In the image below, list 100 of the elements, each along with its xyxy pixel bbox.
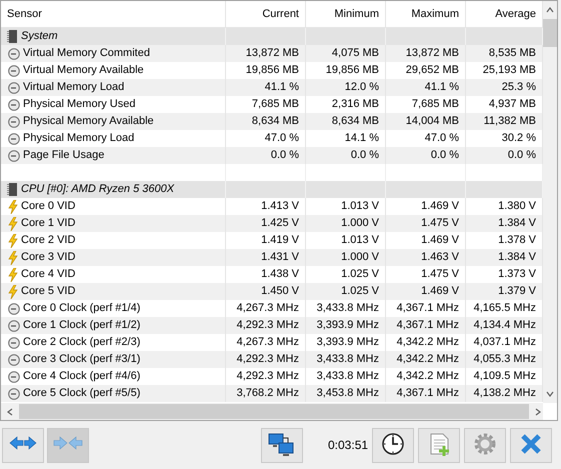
sensor-label[interactable]: Core 0 Clock (perf #1/4): [23, 300, 140, 317]
table-cell-text: 1.413 V: [261, 199, 299, 214]
sensor-label[interactable]: Core 2 Clock (perf #2/3): [23, 334, 140, 351]
lightning-icon: [8, 284, 18, 298]
table-cell-text: 4,138.2 MHz: [474, 386, 536, 402]
sensor-label[interactable]: Core 2 VID: [21, 232, 76, 249]
scroll-left-icon[interactable]: [7, 408, 13, 416]
table-cell-text: 0.0 %: [430, 148, 459, 164]
gauge-icon: [8, 370, 20, 382]
table-cell-text: 11,382 MB: [484, 114, 536, 130]
sensor-label[interactable]: Core 0 VID: [21, 198, 76, 215]
sensor-label[interactable]: Virtual Memory Commited: [23, 45, 150, 62]
table-cell-text: 0.0 %: [508, 148, 536, 164]
sensor-label[interactable]: Physical Memory Load: [23, 130, 134, 147]
gauge-icon: [8, 116, 20, 128]
sensor-label[interactable]: Virtual Memory Load: [23, 79, 124, 96]
sensor-label[interactable]: Core 1 VID: [21, 215, 76, 232]
table-cell-text: 4,292.3 MHz: [236, 352, 299, 368]
gauge-icon: [8, 336, 20, 348]
scrollbar-thumb[interactable]: [543, 19, 557, 47]
table-cell-text: 19,856 MB: [246, 63, 299, 78]
sensor-label[interactable]: Page File Usage: [23, 147, 104, 164]
table-cell-text: 47.0 %: [424, 131, 459, 146]
table-cell-text: 1.450 V: [261, 284, 299, 300]
table-cell-text: 1.384 V: [498, 216, 536, 232]
table-cell-text: 1.000 V: [341, 216, 379, 232]
sensor-label[interactable]: Core 4 VID: [21, 266, 76, 283]
table-cell-text: 3,768.2 MHz: [236, 386, 299, 402]
sensor-label[interactable]: Core 5 VID: [21, 283, 76, 300]
table-cell-text: 19,856 MB: [326, 63, 379, 78]
table-cell-text: 41.1 %: [264, 80, 299, 96]
gauge-icon: [8, 48, 20, 60]
sensor-label[interactable]: Physical Memory Available: [23, 113, 154, 130]
table-cell-text: 7,685 MB: [252, 97, 299, 112]
table-cell-text: 1.000 V: [341, 250, 379, 266]
sensor-label[interactable]: Physical Memory Used: [23, 96, 136, 113]
column-header[interactable]: Current: [262, 6, 299, 22]
sensor-label[interactable]: Virtual Memory Available: [23, 62, 144, 79]
table-cell-text: 1.469 V: [421, 233, 459, 248]
table-cell-text: 1.379 V: [498, 284, 536, 300]
table-cell-text: 1.384 V: [498, 250, 536, 266]
table-cell-text: 25.3 %: [502, 80, 536, 96]
table-cell-text: 8,634 MB: [252, 114, 299, 130]
column-header[interactable]: Average: [495, 6, 536, 22]
table-cell-text: 0.0 %: [350, 148, 379, 164]
lightning-icon: [8, 200, 18, 214]
scroll-down-icon[interactable]: [546, 391, 554, 397]
scrollbar-thumb[interactable]: [19, 404, 529, 419]
table-cell-text: 47.0 %: [264, 131, 299, 146]
table-cell-text: 3,393.9 MHz: [316, 318, 379, 334]
table-cell-text: 3,433.8 MHz: [316, 352, 379, 368]
table-cell-text: 8,535 MB: [488, 46, 536, 62]
table-cell-text: 1.463 V: [421, 250, 459, 266]
column-header[interactable]: Sensor: [7, 6, 42, 22]
sensor-label[interactable]: Core 3 Clock (perf #3/1): [23, 351, 140, 368]
table-cell-text: 12.0 %: [344, 80, 379, 96]
lightning-icon: [8, 268, 18, 282]
table-cell-text: 1.475 V: [421, 267, 459, 282]
horizontal-scrollbar[interactable]: [1, 403, 543, 420]
table-cell-text: 4,134.4 MHz: [474, 318, 536, 334]
gauge-icon: [8, 388, 20, 400]
table-cell-text: 1.025 V: [341, 267, 379, 282]
column-header[interactable]: Minimum: [334, 6, 379, 22]
table-cell-text: 14.1 %: [344, 131, 379, 146]
table-cell-text: 25,193 MB: [482, 63, 536, 78]
group-title[interactable]: System: [21, 28, 58, 45]
table-cell-text: 4,109.5 MHz: [474, 369, 536, 384]
scroll-right-icon[interactable]: [535, 408, 541, 416]
gauge-icon: [8, 150, 20, 162]
table-cell-text: 4,342.2 MHz: [396, 352, 459, 368]
table-cell-text: 4,267.3 MHz: [236, 335, 299, 350]
table-cell-text: 1.419 V: [261, 233, 299, 248]
table-cell-text: 1.425 V: [261, 216, 299, 232]
table-cell-text: 41.1 %: [424, 80, 459, 96]
vertical-scrollbar[interactable]: [543, 1, 557, 403]
gauge-icon: [8, 82, 20, 94]
scroll-up-icon[interactable]: [546, 7, 554, 13]
table-cell-text: 4,075 MB: [332, 46, 379, 62]
toolbar-button[interactable]: [372, 428, 414, 462]
sensor-label[interactable]: Core 1 Clock (perf #1/2): [23, 317, 140, 334]
column-header[interactable]: Maximum: [411, 6, 459, 22]
table-cell-text: 1.469 V: [421, 284, 459, 300]
table-cell-text: 14,004 MB: [406, 114, 459, 130]
table-cell-text: 1.013 V: [341, 199, 379, 214]
table-cell-text: 1.438 V: [261, 267, 299, 282]
table-cell-text: 4,367.1 MHz: [396, 301, 459, 316]
gauge-icon: [8, 302, 20, 314]
sensor-label[interactable]: Core 5 Clock (perf #5/5): [23, 385, 140, 402]
table-cell-text: 1.469 V: [421, 199, 459, 214]
sensor-label[interactable]: Core 4 Clock (perf #4/6): [23, 368, 140, 385]
gauge-icon: [8, 98, 20, 110]
table-cell-text: 3,433.8 MHz: [316, 301, 379, 316]
table-cell-text: 4,292.3 MHz: [236, 369, 299, 384]
sensor-label[interactable]: Core 3 VID: [21, 249, 76, 266]
toolbar-button[interactable]: [261, 428, 303, 462]
table-cell-text: 7,685 MB: [412, 97, 459, 112]
lightning-icon: [8, 234, 18, 248]
table-cell-text: 1.380 V: [498, 199, 536, 214]
table-cell-text: 13,872 MB: [246, 46, 299, 62]
table-cell-text: 4,267.3 MHz: [236, 301, 299, 316]
